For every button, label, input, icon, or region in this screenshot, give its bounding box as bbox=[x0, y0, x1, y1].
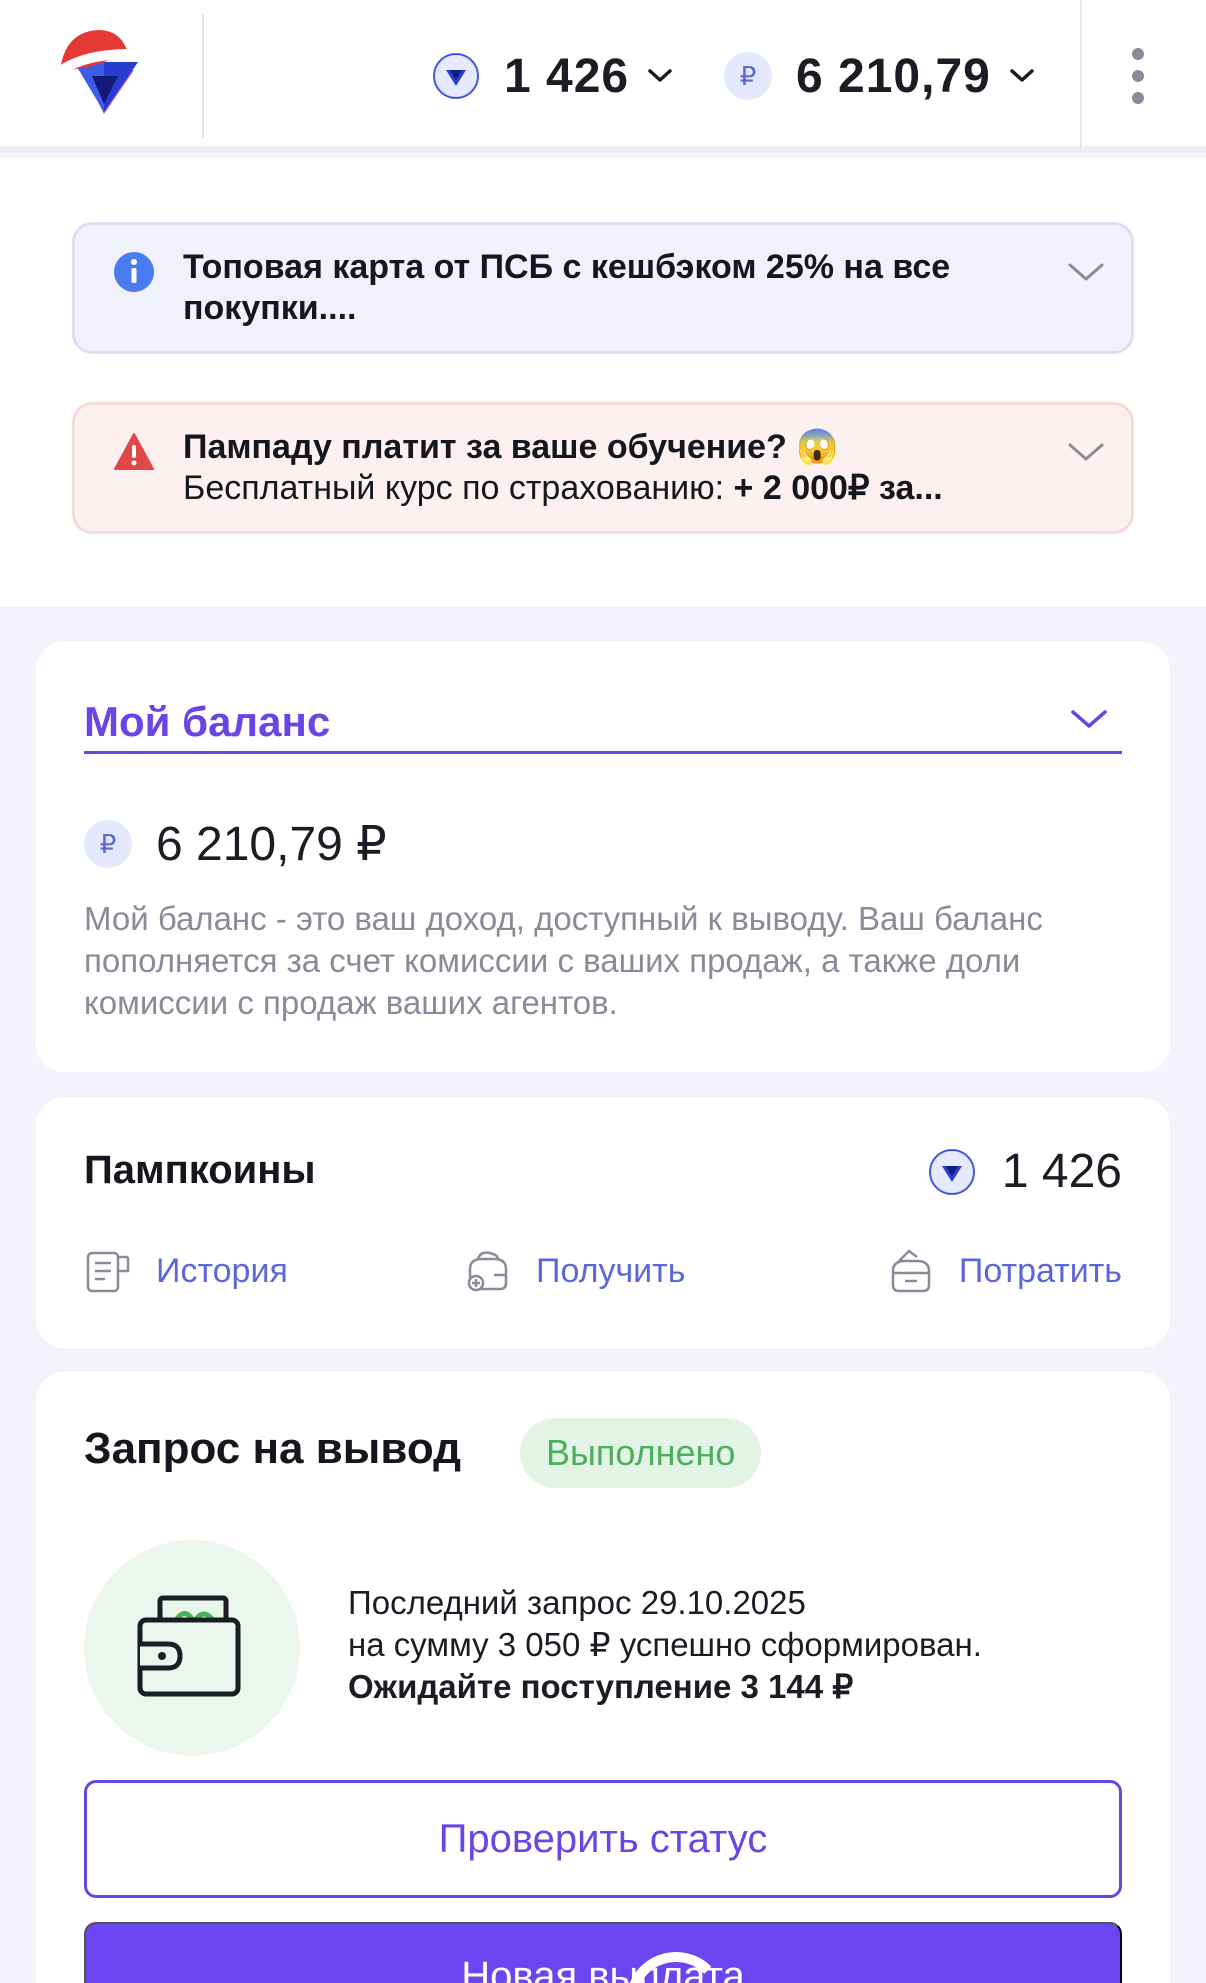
header-divider bbox=[202, 14, 204, 138]
balance-dropdown[interactable]: Мой баланс bbox=[84, 698, 1122, 754]
warning-banner-bonus: + 2 000₽ bbox=[733, 469, 870, 507]
spend-coins-label: Потратить bbox=[958, 1251, 1122, 1290]
withdraw-card: Запрос на вывод Выполнено Последний запр… bbox=[36, 1372, 1170, 1983]
header-balance-value: 6 210,79 bbox=[796, 49, 991, 103]
info-banner[interactable]: Топовая карта от ПСБ с кешбэком 25% на в… bbox=[72, 222, 1134, 354]
pumpcoins-card: Пампкоины 1 426 История Получить Потрати… bbox=[36, 1098, 1170, 1348]
header-pumpcoins-dropdown[interactable]: 1 426 bbox=[432, 44, 673, 108]
withdraw-amount-info: на сумму 3 050 ₽ успешно сформирован. bbox=[348, 1626, 982, 1663]
info-banner-line2: покупки.... bbox=[183, 289, 357, 327]
header-balance-dropdown[interactable]: ₽ 6 210,79 bbox=[724, 44, 1035, 108]
warning-banner-line1: Пампаду платит за ваше обучение? 😱 bbox=[183, 428, 839, 466]
pumpcoins-balance: 1 426 bbox=[928, 1144, 1122, 1199]
balance-amount: 6 210,79 ₽ bbox=[156, 818, 387, 871]
wallet-illustration bbox=[84, 1540, 300, 1756]
pumpcoins-value: 1 426 bbox=[1001, 1145, 1122, 1198]
pumpcoin-icon bbox=[433, 53, 479, 99]
warning-banner-suffix: за... bbox=[869, 469, 943, 507]
withdraw-title: Запрос на вывод bbox=[84, 1424, 462, 1473]
chevron-down-icon[interactable] bbox=[1067, 441, 1105, 463]
warning-banner[interactable]: Пампаду платит за ваше обучение? 😱 Беспл… bbox=[72, 402, 1134, 534]
warning-banner-text: Бесплатный курс по страхованию: bbox=[183, 469, 734, 507]
app-header: 1 426 ₽ 6 210,79 bbox=[0, 0, 1206, 152]
header-divider bbox=[1080, 0, 1082, 152]
chevron-down-icon bbox=[1010, 69, 1034, 82]
new-payout-button[interactable]: Новая выплата bbox=[84, 1922, 1122, 1983]
pumpcoins-actions: История Получить Потратить bbox=[84, 1244, 1122, 1298]
pumpcoins-title: Пампкоины bbox=[84, 1148, 316, 1192]
withdraw-expected: Ожидайте поступление 3 144 ₽ bbox=[348, 1666, 982, 1708]
withdraw-last-request: Последний запрос 29.10.2025 bbox=[348, 1584, 806, 1621]
spend-coins-icon bbox=[891, 1249, 931, 1293]
app-logo-santa-hat-icon[interactable] bbox=[52, 18, 156, 128]
chevron-down-icon[interactable] bbox=[1067, 261, 1105, 283]
withdraw-expected-text: Ожидайте поступление 3 144 ₽ bbox=[348, 1668, 854, 1705]
get-coins-button[interactable]: Получить bbox=[464, 1244, 685, 1298]
check-status-button[interactable]: Проверить статус bbox=[84, 1780, 1122, 1898]
spend-coins-button[interactable]: Потратить bbox=[887, 1244, 1122, 1298]
header-pumpcoins-value: 1 426 bbox=[504, 49, 630, 103]
get-coins-icon bbox=[467, 1251, 508, 1292]
withdraw-info: Последний запрос 29.10.2025 на сумму 3 0… bbox=[348, 1582, 982, 1708]
wallet-icon bbox=[137, 1595, 241, 1697]
chevron-down-icon bbox=[1071, 710, 1107, 728]
more-menu-icon[interactable] bbox=[1124, 46, 1152, 106]
info-banner-line1: Топовая карта от ПСБ с кешбэком 25% на в… bbox=[183, 248, 951, 286]
history-label: История bbox=[156, 1251, 288, 1290]
history-button[interactable]: История bbox=[84, 1244, 288, 1298]
ruble-icon: ₽ bbox=[724, 52, 772, 100]
get-coins-label: Получить bbox=[536, 1251, 686, 1290]
balance-description: Мой баланс - это ваш доход, доступный к … bbox=[84, 900, 1043, 1021]
balance-title: Мой баланс bbox=[84, 698, 331, 745]
balance-card: Мой баланс ₽ 6 210,79 ₽ Мой баланс - это… bbox=[36, 642, 1170, 1072]
warning-banner-line2: Бесплатный курс по страхованию: + 2 000₽… bbox=[183, 468, 1021, 509]
status-badge: Выполнено bbox=[520, 1418, 762, 1488]
balance-amount-row: ₽ 6 210,79 ₽ bbox=[84, 816, 387, 872]
info-icon bbox=[114, 252, 154, 292]
warning-triangle-icon bbox=[114, 433, 154, 470]
history-icon bbox=[86, 1251, 130, 1293]
pumpcoin-icon bbox=[928, 1148, 975, 1195]
chevron-down-icon bbox=[648, 69, 672, 82]
ruble-icon: ₽ bbox=[84, 820, 132, 868]
